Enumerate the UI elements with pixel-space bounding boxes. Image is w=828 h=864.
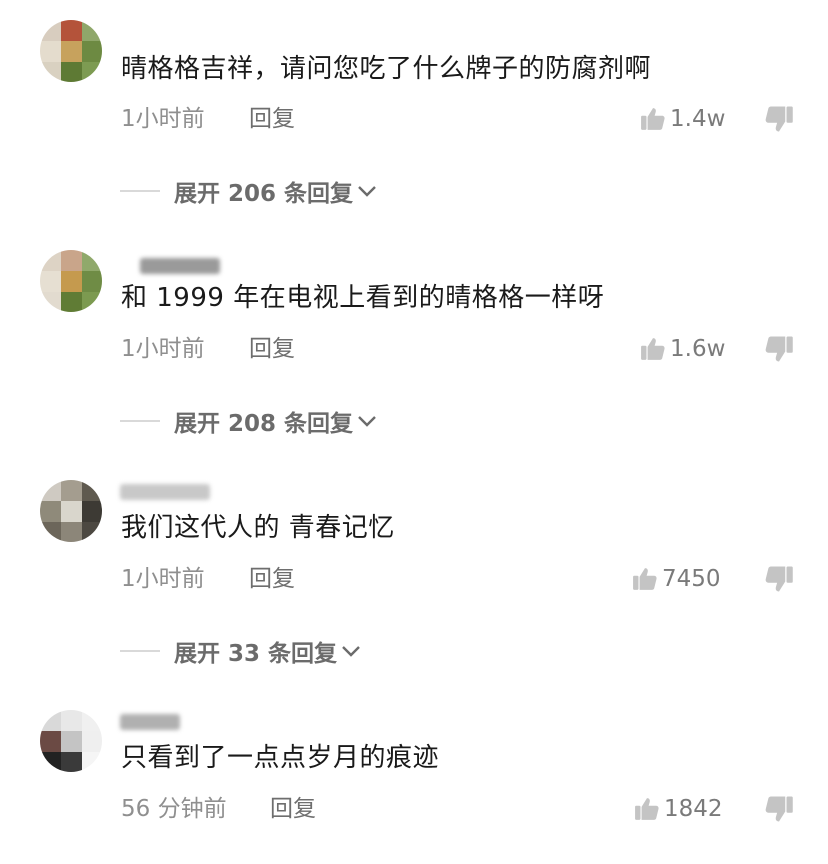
expand-replies-label: 展开 33 条回复 (174, 641, 338, 667)
divider-line (120, 650, 160, 652)
comment-text: 只看到了一点点岁月的痕迹 (121, 743, 440, 773)
reply-button[interactable]: 回复 (249, 564, 295, 594)
comment-text: 晴格格吉祥，请问您吃了什么牌子的防腐剂啊 (121, 54, 652, 84)
username[interactable] (140, 258, 220, 274)
avatar[interactable] (40, 250, 102, 312)
reply-button[interactable]: 回复 (270, 794, 316, 824)
thumbs-down-icon[interactable] (764, 794, 794, 824)
reply-button[interactable]: 回复 (249, 334, 295, 364)
thumbs-up-icon (641, 108, 665, 130)
comment-time: 1小时前 (121, 566, 205, 592)
chevron-down-icon (358, 186, 376, 197)
username[interactable] (120, 714, 180, 730)
like-count: 1.4w (670, 106, 726, 132)
comment-text: 我们这代人的 青春记忆 (121, 513, 395, 543)
like-button[interactable]: 1.6w (640, 330, 725, 368)
comment-time: 1小时前 (121, 106, 205, 132)
expand-replies-label: 展开 208 条回复 (174, 411, 354, 437)
comment-time: 56 分钟前 (121, 796, 227, 822)
thumbs-down-icon[interactable] (764, 564, 794, 594)
like-button[interactable]: 7450 (632, 560, 721, 598)
avatar[interactable] (40, 20, 102, 82)
comment-text: 和 1999 年在电视上看到的晴格格一样呀 (121, 283, 605, 313)
expand-replies-label: 展开 206 条回复 (174, 181, 354, 207)
expand-replies-button[interactable]: 展开 208 条回复 (120, 404, 377, 438)
comment-time: 1小时前 (121, 336, 205, 362)
thumbs-down-icon[interactable] (764, 104, 794, 134)
chevron-down-icon (342, 646, 360, 657)
expand-replies-button[interactable]: 展开 206 条回复 (120, 174, 377, 208)
like-count: 1.6w (670, 336, 726, 362)
reply-button[interactable]: 回复 (249, 104, 295, 134)
like-button[interactable]: 1.4w (640, 100, 725, 138)
thumbs-down-icon[interactable] (764, 334, 794, 364)
username[interactable] (120, 484, 210, 500)
like-count: 7450 (662, 566, 721, 592)
thumbs-up-icon (635, 798, 659, 820)
like-button[interactable]: 1842 (634, 790, 723, 828)
thumbs-up-icon (633, 568, 657, 590)
expand-replies-button[interactable]: 展开 33 条回复 (120, 634, 361, 668)
chevron-down-icon (358, 416, 376, 427)
thumbs-up-icon (641, 338, 665, 360)
avatar[interactable] (40, 710, 102, 772)
divider-line (120, 420, 160, 422)
avatar[interactable] (40, 480, 102, 542)
divider-line (120, 190, 160, 192)
like-count: 1842 (664, 796, 723, 822)
